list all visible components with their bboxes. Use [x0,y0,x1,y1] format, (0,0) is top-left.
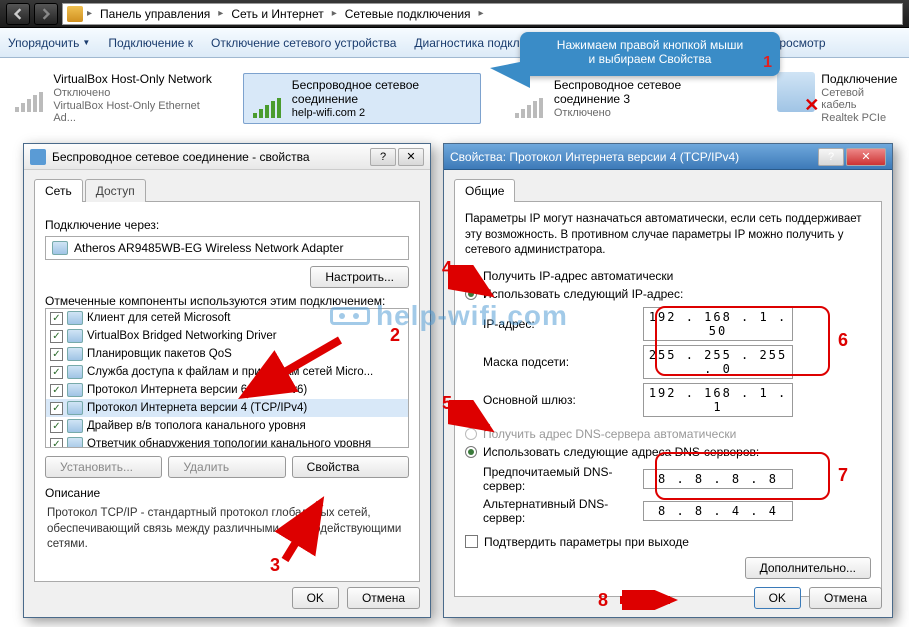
components-list[interactable]: ✓Клиент для сетей Microsoft ✓VirtualBox … [45,308,409,448]
folder-icon [67,6,83,22]
annotation-number: 6 [838,330,848,351]
breadcrumb[interactable]: ▸ Панель управления▸ Сеть и Интернет▸ Се… [62,3,903,25]
bubble-text: и выбираем Свойства [530,52,770,66]
titlebar[interactable]: Беспроводное сетевое соединение - свойст… [24,144,430,170]
checkbox[interactable]: ✓ [50,402,63,415]
annotation-number: 1 [763,54,772,72]
cancel-button[interactable]: Отмена [347,587,420,609]
net-item-vbox[interactable]: VirtualBox Host-Only Network Отключено V… [10,72,213,124]
annotation-number: 3 [270,555,280,576]
close-button[interactable]: ✕ [398,148,424,166]
dns2-field[interactable]: 8 . 8 . 4 . 4 [643,501,793,521]
ok-button[interactable]: OK [292,587,339,609]
radio-use-dns[interactable]: Использовать следующие адреса DNS-сервер… [465,445,871,459]
crumb[interactable]: Сеть и Интернет [227,5,327,23]
remove-button[interactable]: Удалить [168,456,285,478]
gateway-field[interactable]: 192 . 168 . 1 . 1 [643,383,793,417]
checkbox[interactable]: ✓ [50,312,63,325]
crumb[interactable]: Панель управления [96,5,214,23]
component-icon [67,365,83,379]
help-button[interactable]: ? [370,148,396,166]
instruction-bubble: Нажимаем правой кнопкой мыши и выбираем … [520,32,780,76]
component-icon [67,401,83,415]
component-icon [67,329,83,343]
radio[interactable] [465,446,477,458]
bubble-text: Нажимаем правой кнопкой мыши [530,38,770,52]
component-icon [67,419,83,433]
info-text: Параметры IP могут назначаться автоматич… [465,212,871,259]
subnet-mask-field[interactable]: 255 . 255 . 255 . 0 [643,345,793,379]
window-title: Беспроводное сетевое соединение - свойст… [52,150,364,164]
radio-use-ip[interactable]: Использовать следующий IP-адрес: [465,287,871,301]
checkbox[interactable]: ✓ [50,420,63,433]
tool-connect[interactable]: Подключение к [108,36,193,50]
adapter-icon [52,241,68,255]
component-icon [67,437,83,448]
label: Описание [45,486,409,500]
ipv4-properties-dialog: Свойства: Протокол Интернета версии 4 (T… [443,143,893,618]
checkbox[interactable]: ✓ [50,438,63,449]
checkbox[interactable]: ✓ [50,348,63,361]
tool-organize[interactable]: Упорядочить ▼ [8,36,90,50]
checkbox[interactable]: ✓ [465,535,478,548]
component-icon [67,383,83,397]
crumb[interactable]: Сетевые подключения [341,5,475,23]
connection-properties-dialog: Беспроводное сетевое соединение - свойст… [23,143,431,618]
list-item[interactable]: ✓Ответчик обнаружения топологии канально… [46,435,408,448]
ip-address-field[interactable]: 192 . 168 . 1 . 50 [643,307,793,341]
close-button[interactable]: ✕ [846,148,886,166]
adapter-field: Atheros AR9485WB-EG Wireless Network Ada… [45,236,409,260]
signal-icon [248,78,285,118]
address-bar: ▸ Панель управления▸ Сеть и Интернет▸ Се… [0,0,909,28]
window-icon [30,149,46,165]
checkbox[interactable]: ✓ [50,384,63,397]
tab-access[interactable]: Доступ [85,179,146,202]
ok-button[interactable]: OK [754,587,801,609]
nav-fwd-button[interactable] [34,3,58,25]
tool-disable[interactable]: Отключение сетевого устройства [211,36,396,50]
label: Отмеченные компоненты используются этим … [45,294,409,308]
checkbox[interactable]: ✓ [50,366,63,379]
list-item[interactable]: ✓Служба доступа к файлам и принтерам сет… [46,363,408,381]
list-item-tcpip4[interactable]: ✓Протокол Интернета версии 4 (TCP/IPv4) [46,399,408,417]
signal-icon [10,72,47,112]
tab-general[interactable]: Общие [454,179,515,202]
checkbox[interactable]: ✓ [50,330,63,343]
annotation-number: 8 [598,590,608,611]
dns1-field[interactable]: 8 . 8 . 8 . 8 [643,469,793,489]
cancel-button[interactable]: Отмена [809,587,882,609]
net-item-wireless-selected[interactable]: Беспроводное сетевое соединение help-wif… [243,73,480,124]
annotation-number: 4 [442,258,452,279]
list-item[interactable]: ✓Планировщик пакетов QoS [46,345,408,363]
list-item[interactable]: ✓Драйвер в/в тополога канального уровня [46,417,408,435]
list-item[interactable]: ✓VirtualBox Bridged Networking Driver [46,327,408,345]
list-item[interactable]: ✓Протокол Интернета версии 6 (TCP/IPv6) [46,381,408,399]
install-button[interactable]: Установить... [45,456,162,478]
tab-network[interactable]: Сеть [34,179,83,202]
help-button[interactable]: ? [818,148,844,166]
lan-icon: ✕ [777,72,815,112]
radio-auto-ip[interactable]: Получить IP-адрес автоматически [465,269,871,283]
annotation-number: 5 [442,393,452,414]
nav-back-button[interactable] [6,3,30,25]
error-x-icon: ✕ [804,95,819,116]
properties-button[interactable]: Свойства [292,456,409,478]
description-text: Протокол TCP/IP - стандартный протокол г… [45,504,409,555]
component-icon [67,347,83,361]
window-title: Свойства: Протокол Интернета версии 4 (T… [450,150,812,164]
advanced-button[interactable]: Дополнительно... [745,557,871,579]
annotation-number: 2 [390,325,400,346]
radio-auto-dns: Получить адрес DNS-сервера автоматически [465,427,871,441]
confirm-on-exit-checkbox[interactable]: ✓Подтвердить параметры при выходе [465,535,871,549]
net-item-lan[interactable]: ✕ Подключение Сетевой кабель Realtek PCI… [777,72,899,124]
label: Подключение через: [45,218,409,232]
titlebar[interactable]: Свойства: Протокол Интернета версии 4 (T… [444,144,892,170]
list-item[interactable]: ✓Клиент для сетей Microsoft [46,309,408,327]
annotation-number: 7 [838,465,848,486]
configure-button[interactable]: Настроить... [310,266,409,288]
component-icon [67,311,83,325]
net-item-wireless3[interactable]: Беспроводное сетевое соединение 3 Отключ… [511,78,747,119]
